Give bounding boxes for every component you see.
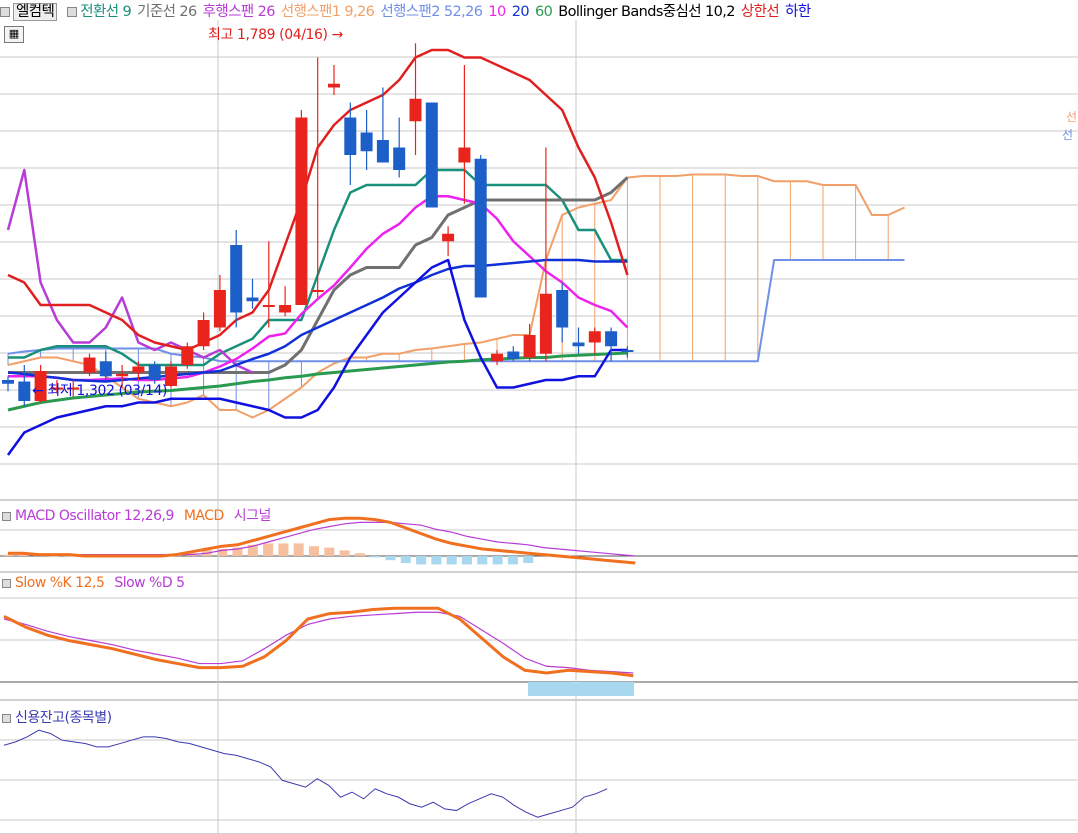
macd-panel-label: MACD Oscillator 12,26,9 MACD 시그널 [2, 505, 271, 525]
chart-root: 엘컴텍 전환선 9 기준선 26 후행스팬 26 선행스팬1 9,26 선행스팬2 52… [0, 0, 1078, 834]
candle-body [99, 361, 112, 377]
legend-toggle-icon[interactable] [67, 7, 78, 17]
low-annotation: ← 최저 1,302 (03/14) [32, 380, 167, 400]
legend-item[interactable]: 하한 [785, 4, 811, 20]
macd-osc-bar [263, 543, 274, 556]
macd-osc-bar [446, 556, 457, 565]
legend-item[interactable]: 상한선 [741, 4, 780, 20]
candle-body [621, 350, 634, 352]
candle-body [360, 132, 373, 152]
candle-body [246, 297, 259, 302]
high-annotation: 최고 1,789 (04/16) → [208, 24, 343, 44]
macd-osc-bar [324, 547, 335, 556]
macd-osc-bar [462, 556, 472, 565]
candle-body [328, 83, 340, 88]
macd-label: MACD [183, 508, 224, 524]
macd-osc-label: MACD Oscillator 12,26,9 [15, 508, 174, 524]
legend-toggle-icon[interactable] [0, 7, 10, 17]
candle-body [132, 366, 145, 373]
macd-osc-bar [278, 543, 289, 556]
span1-edge-label: 선 [1066, 110, 1077, 124]
arrow-left-icon: ← [32, 383, 44, 399]
candle-body [230, 245, 243, 313]
candle-body [2, 380, 14, 384]
macd-osc-bar [354, 553, 365, 556]
price-legend: 엘컴텍 전환선 9 기준선 26 후행스팬 26 선행스팬1 9,26 선행스팬2 52… [0, 0, 823, 21]
indicator-line-lagging_26 [6, 168, 254, 374]
span2-edge-label: 선 [1062, 128, 1073, 142]
credit-label: 신용잔고(종목별) [15, 710, 112, 726]
high-label: 최고 1,789 (04/16) [208, 27, 328, 43]
candle-body [491, 353, 503, 362]
stoch-panel-label: Slow %K 12,5 Slow %D 5 [2, 575, 185, 591]
stoch-shaded-area [528, 682, 634, 696]
candle-body [181, 346, 194, 365]
legend-item[interactable]: 전환선 9 [80, 4, 131, 20]
candle-body [556, 290, 569, 328]
candle-body [442, 233, 455, 242]
low-label: 최저 1,302 (03/14) [47, 383, 168, 399]
candle-body [213, 290, 226, 328]
legend-item[interactable]: 기준선 26 [137, 4, 197, 20]
candle-body [507, 351, 520, 359]
legend-item[interactable]: Bollinger Bands중심선 10,2 [558, 4, 735, 20]
macd-osc-bar [293, 543, 304, 556]
credit-panel-label: 신용잔고(종목별) [2, 707, 112, 727]
arrow-right-icon: → [331, 27, 344, 43]
macd-osc-bar [309, 546, 319, 556]
candle-body [474, 158, 487, 298]
slow-k-label: Slow %K 12,5 [15, 575, 105, 591]
chart-canvas [0, 20, 1078, 834]
legend-toggle-icon[interactable] [2, 578, 11, 588]
grid-table-icon[interactable]: ▦ [4, 26, 24, 43]
candle-body [295, 117, 308, 305]
candle-body [376, 140, 389, 163]
credit-balance-line [3, 729, 608, 818]
macd-osc-bar [477, 556, 488, 565]
candle-body [197, 320, 210, 347]
legend-item[interactable]: 선행스팬2 52,26 [380, 4, 483, 20]
candle-body [116, 374, 129, 377]
legend-item[interactable]: 10 [488, 4, 506, 20]
candle-body [458, 147, 471, 163]
candle-body [409, 98, 422, 122]
legend-item[interactable]: 20 [512, 4, 530, 20]
candle-body [425, 102, 438, 208]
candle-body [279, 305, 292, 313]
candle-body [588, 331, 601, 343]
legend-item[interactable]: 선행스팬1 9,26 [281, 4, 375, 20]
macd-osc-bar [400, 556, 411, 563]
candle-body [393, 147, 406, 170]
stock-name[interactable]: 엘컴텍 [13, 3, 58, 21]
legend-toggle-icon[interactable] [2, 713, 11, 723]
macd-osc-bar [492, 556, 503, 565]
legend-item[interactable]: 60 [535, 4, 553, 20]
candle-body [523, 335, 536, 358]
candle-body [18, 381, 31, 401]
slow-d-line [3, 611, 634, 674]
legend-toggle-icon[interactable] [2, 511, 11, 521]
macd-signal-line [8, 521, 636, 557]
candle-body [539, 293, 552, 354]
macd-osc-bar [507, 556, 518, 565]
candle-body [311, 290, 324, 292]
candle-body [344, 117, 357, 155]
candle-body [262, 305, 275, 307]
candle-body [148, 365, 161, 380]
signal-label: 시그널 [233, 508, 272, 524]
legend-items: 전환선 9 기준선 26 후행스팬 26 선행스팬1 9,26 선행스팬2 52,26 1… [80, 4, 816, 20]
macd-osc-bar [385, 556, 396, 561]
candle-body [605, 331, 618, 347]
candle-body [83, 357, 96, 373]
slow-d-label: Slow %D 5 [114, 575, 185, 591]
macd-osc-bar [370, 556, 381, 558]
macd-osc-bar [523, 556, 534, 563]
macd-osc-bar [3, 554, 13, 556]
candle-body [572, 342, 585, 347]
macd-osc-bar [431, 556, 442, 565]
legend-item[interactable]: 후행스팬 26 [203, 4, 276, 20]
macd-osc-bar [339, 550, 350, 556]
macd-osc-bar [416, 556, 427, 565]
